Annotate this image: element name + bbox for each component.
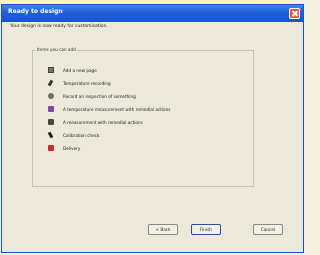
option-label: Calibration check: [63, 133, 100, 138]
option-label: Temperature recording: [63, 81, 111, 86]
close-button[interactable]: [289, 8, 300, 19]
title-bar[interactable]: Ready to design: [2, 5, 303, 22]
eye-icon: [48, 93, 54, 99]
option-record-inspection[interactable]: Record an inspection of something: [48, 92, 248, 101]
finish-button[interactable]: Finish: [191, 224, 221, 235]
window-title: Ready to design: [8, 8, 63, 15]
option-temperature-recording[interactable]: Temperature recording: [47, 79, 248, 88]
options-group-label: Items you can add: [36, 47, 77, 52]
back-button[interactable]: < Back: [148, 224, 178, 235]
option-calibration-check[interactable]: Calibration check: [47, 131, 248, 140]
delivery-icon: [48, 145, 54, 151]
thermometer-icon: [47, 79, 54, 87]
intro-text: Your design is now ready for customisati…: [10, 24, 108, 29]
option-label: Add a new page: [63, 68, 97, 73]
option-label: Record an inspection of something: [63, 94, 136, 99]
calibration-icon: [47, 131, 54, 139]
option-add-page[interactable]: Add a new page: [48, 66, 248, 75]
option-temperature-remedial[interactable]: A temperature measurement with remedial …: [48, 105, 248, 114]
cancel-button[interactable]: Cancel: [253, 224, 283, 235]
measurement-icon: [48, 119, 54, 125]
page-icon: [48, 67, 54, 73]
option-delivery[interactable]: Delivery: [48, 144, 248, 153]
option-label: Delivery: [63, 146, 81, 151]
option-measurement-remedial[interactable]: A measurement with remedial actions: [48, 118, 248, 127]
option-label: A temperature measurement with remedial …: [63, 107, 171, 112]
temperature-remedial-icon: [48, 106, 54, 112]
option-label: A measurement with remedial actions: [63, 120, 143, 125]
